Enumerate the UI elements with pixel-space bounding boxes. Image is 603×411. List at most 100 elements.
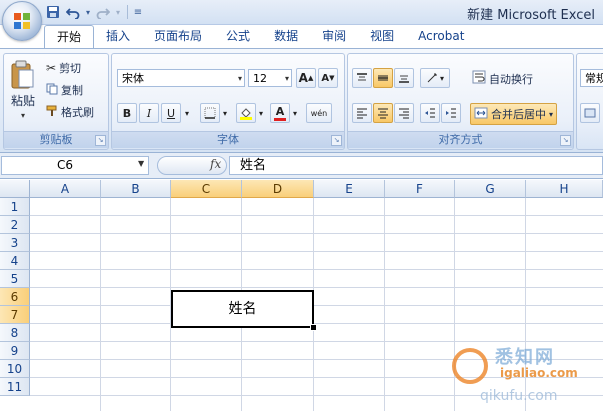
watermark-logo-icon [452,348,488,384]
orientation-button[interactable]: ▾ [420,68,450,88]
wrap-text-label: 自动换行 [489,72,533,86]
row-header-1[interactable]: 1 [0,198,30,216]
font-name-combo[interactable]: 宋体 ▾ [117,69,245,87]
font-name-dropdown-icon[interactable]: ▾ [238,70,242,88]
column-header-b[interactable]: B [101,180,171,198]
row-header-8[interactable]: 8 [0,324,30,342]
undo-icon[interactable] [64,3,82,21]
wrap-text-button[interactable]: 自动换行 [472,70,533,87]
column-header-d[interactable]: D [242,180,314,198]
align-top-button[interactable] [352,68,372,88]
merge-center-dropdown-icon[interactable]: ▾ [549,110,553,119]
align-right-button[interactable] [394,103,414,123]
align-center-button[interactable] [373,103,393,123]
alignment-group-label: 对齐方式 [348,131,573,148]
tab-page-layout[interactable]: 页面布局 [142,25,214,47]
format-painter-button[interactable]: 格式刷 [46,104,94,120]
clipboard-launcher-icon[interactable]: ↘ [95,135,106,146]
row-header-9[interactable]: 9 [0,342,30,360]
undo-dropdown-icon[interactable]: ▾ [84,3,92,21]
row-header-2[interactable]: 2 [0,216,30,234]
alignment-launcher-icon[interactable]: ↘ [560,135,571,146]
shrink-font-label: A [321,72,330,84]
align-bottom-icon [399,75,409,83]
column-header-g[interactable]: G [455,180,526,198]
increase-indent-button[interactable] [441,103,461,123]
column-header-e[interactable]: E [314,180,385,198]
merge-center-button[interactable]: 合并后居中 ▾ [470,103,558,125]
copy-icon [46,83,58,98]
shrink-font-button[interactable]: A ▼ [318,68,338,88]
ribbon: 粘贴 ▾ ✂ 剪切 复制 格式刷 剪贴板 ↘ 宋体 ▾ 12 ▾ A ▲ A ▼… [0,48,603,153]
clipboard-group: 粘贴 ▾ ✂ 剪切 复制 格式刷 剪贴板 ↘ [3,53,109,150]
save-icon[interactable] [44,3,62,21]
select-all-corner[interactable] [0,180,30,198]
row-header-3[interactable]: 3 [0,234,30,252]
bold-button[interactable]: B [117,103,137,123]
tab-view[interactable]: 视图 [358,25,406,47]
phonetic-button[interactable]: wén [306,103,332,123]
column-header-f[interactable]: F [385,180,455,198]
redo-icon[interactable] [94,3,112,21]
accounting-format-button[interactable] [580,103,600,123]
row-header-4[interactable]: 4 [0,252,30,270]
row-header-10[interactable]: 10 [0,360,30,378]
font-size-combo[interactable]: 12 ▾ [248,69,292,87]
align-middle-button[interactable] [373,68,393,88]
cut-button[interactable]: ✂ 剪切 [46,60,81,76]
font-size-dropdown-icon[interactable]: ▾ [285,70,289,88]
fill-color-button[interactable] [236,103,256,123]
tab-data[interactable]: 数据 [262,25,310,47]
column-header-c[interactable]: C [171,180,242,198]
align-center-icon [378,108,388,119]
formula-input[interactable]: 姓名 [229,156,603,175]
qat-separator [127,5,128,19]
underline-dropdown-icon[interactable]: ▾ [182,103,192,123]
align-bottom-button[interactable] [394,68,414,88]
grow-font-button[interactable]: A ▲ [296,68,316,88]
grid-hline [30,233,603,234]
paste-label: 粘贴 [10,94,35,108]
underline-button[interactable]: U [161,103,181,123]
tab-formulas[interactable]: 公式 [214,25,262,47]
align-middle-icon [378,75,388,81]
borders-dropdown-icon[interactable]: ▾ [220,103,230,123]
fill-color-dropdown-icon[interactable]: ▾ [256,103,266,123]
column-header-h[interactable]: H [526,180,603,198]
borders-button[interactable] [200,103,220,123]
font-launcher-icon[interactable]: ↘ [331,135,342,146]
tab-review[interactable]: 审阅 [310,25,358,47]
tab-acrobat[interactable]: Acrobat [406,25,476,47]
tab-home[interactable]: 开始 [44,25,95,48]
fill-handle[interactable] [310,324,317,331]
format-painter-label: 格式刷 [61,106,94,119]
italic-button[interactable]: I [139,103,159,123]
column-header-a[interactable]: A [30,180,101,198]
merge-center-label: 合并后居中 [491,108,546,121]
row-header-11[interactable]: 11 [0,378,30,396]
font-color-button[interactable]: A [270,103,290,123]
number-group: 常规 [576,53,603,150]
copy-button[interactable]: 复制 [46,82,83,98]
number-format-combo[interactable]: 常规 [580,69,603,87]
row-header-6[interactable]: 6 [0,288,30,306]
paste-button[interactable]: 粘贴 ▾ [10,60,36,120]
align-top-icon [357,73,367,81]
paste-dropdown-icon[interactable]: ▾ [21,111,25,120]
decrease-indent-button[interactable] [420,103,440,123]
name-box[interactable]: C6 [1,156,149,175]
font-color-dropdown-icon[interactable]: ▾ [290,103,300,123]
name-box-dropdown-icon[interactable]: ▼ [138,159,144,168]
merged-cell-c6-d7[interactable]: 姓名 [171,290,314,328]
tab-insert[interactable]: 插入 [94,25,142,47]
align-left-button[interactable] [352,103,372,123]
row-header-5[interactable]: 5 [0,270,30,288]
row-header-7[interactable]: 7 [0,306,30,324]
insert-function-icon[interactable]: fx [210,157,221,171]
copy-label: 复制 [61,84,83,97]
borders-icon [204,107,216,119]
office-button[interactable] [2,1,42,41]
redo-dropdown-icon[interactable]: ▾ [114,3,122,21]
customize-icon[interactable]: ≡ [133,3,143,21]
decrease-indent-icon [425,108,435,118]
